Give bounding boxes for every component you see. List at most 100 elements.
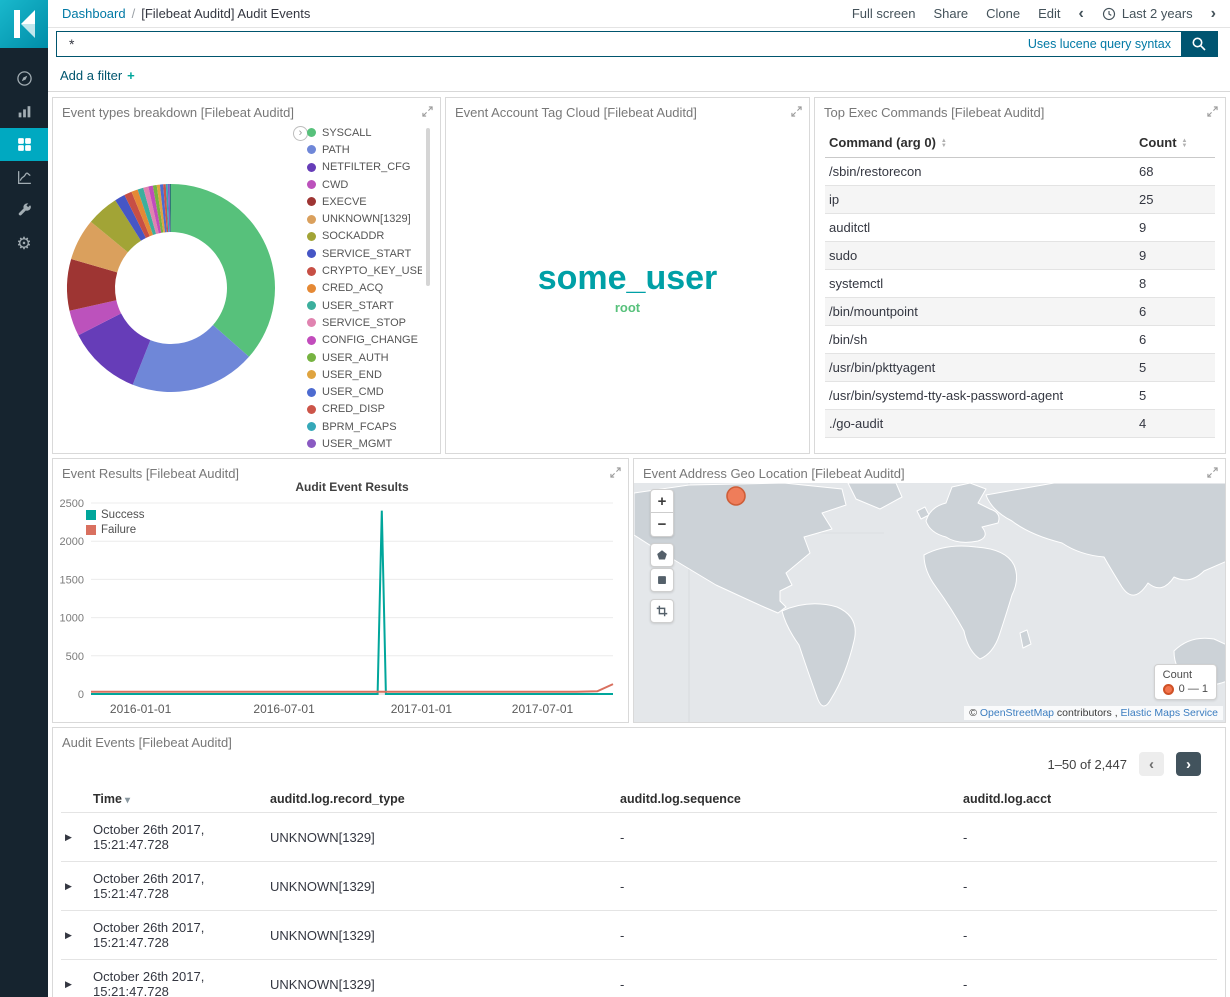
sidebar-item-dev-tools[interactable] — [0, 194, 48, 227]
edit-button[interactable]: Edit — [1038, 6, 1060, 21]
time-picker[interactable]: Last 2 years — [1102, 6, 1193, 21]
expand-panel-icon[interactable] — [1207, 467, 1218, 478]
query-bar: Uses lucene query syntax — [56, 31, 1218, 57]
sidebar-item-visualize[interactable] — [0, 95, 48, 128]
panel-title[interactable]: Event Account Tag Cloud [Filebeat Auditd… — [455, 105, 697, 120]
legend-label: SOCKADDR — [322, 230, 384, 242]
legend-item[interactable]: CRYPTO_KEY_USER — [307, 262, 422, 279]
table-row: systemctl8 — [825, 270, 1215, 298]
svg-text:1500: 1500 — [60, 574, 84, 586]
legend-item[interactable]: PATH — [307, 141, 422, 158]
next-page-button[interactable]: › — [1176, 752, 1201, 776]
donut-legend: SYSCALLPATHNETFILTER_CFG CWD EXECVEUNKNOWN… — [307, 124, 422, 453]
sidebar-item-timelion[interactable] — [0, 161, 48, 194]
column-header-time[interactable]: Time▾ — [89, 784, 266, 813]
panel-title[interactable]: Audit Events [Filebeat Auditd] — [62, 735, 232, 750]
column-header-count[interactable]: Count▲▼ — [1135, 128, 1215, 158]
expand-row-icon[interactable]: ▶ — [61, 862, 89, 911]
series-success — [91, 511, 613, 694]
legend-dot — [307, 422, 316, 431]
legend-scrollbar[interactable] — [426, 128, 430, 286]
audit-time: October 26th 2017, 15:21:47.728 — [89, 813, 266, 862]
legend-label: CWD — [322, 179, 348, 191]
table-row: /sbin/restorecon68 — [825, 158, 1215, 186]
column-header-acct[interactable]: auditd.log.acct — [959, 784, 1217, 813]
search-button[interactable] — [1181, 31, 1217, 57]
exec-command: /sbin/restorecon — [825, 158, 1135, 186]
audit-record-type: UNKNOWN[1329] — [266, 960, 616, 997]
sidebar-item-management[interactable]: ⚙ — [0, 227, 48, 260]
expand-row-icon[interactable]: ▶ — [61, 960, 89, 997]
map-attribution: © OpenStreetMap contributors , Elastic M… — [964, 706, 1223, 720]
legend-item[interactable]: USER_MGMT — [307, 435, 422, 452]
exec-count: 5 — [1135, 382, 1215, 410]
legend-item[interactable]: BPRM_FCAPS — [307, 418, 422, 435]
legend-item[interactable]: CRED_ACQ — [307, 280, 422, 297]
polygon-tool-button[interactable] — [650, 543, 674, 567]
column-header-record-type[interactable]: auditd.log.record_type — [266, 784, 616, 813]
expand-panel-icon[interactable] — [422, 106, 433, 117]
legend-item[interactable]: SERVICE_STOP — [307, 314, 422, 331]
column-header-sequence[interactable]: auditd.log.sequence — [616, 784, 959, 813]
legend-item[interactable]: EXECVE — [307, 193, 422, 210]
legend-label: CRED_ACQ — [322, 282, 383, 294]
zoom-in-button[interactable]: + — [650, 489, 674, 513]
query-input[interactable] — [57, 32, 1028, 56]
zoom-out-button[interactable]: − — [650, 513, 674, 537]
geo-map[interactable]: + − Count 0 — 1 © OpenStreetMap contribu… — [634, 483, 1225, 722]
audit-sequence: - — [616, 911, 959, 960]
exec-command: auditctl — [825, 214, 1135, 242]
tag-root[interactable]: root — [615, 301, 640, 315]
clone-button[interactable]: Clone — [986, 6, 1020, 21]
draw-controls — [650, 543, 674, 593]
wrench-icon — [16, 202, 33, 219]
rectangle-tool-button[interactable] — [650, 568, 674, 592]
filter-bar: Add a filter + — [48, 60, 1230, 92]
legend-item[interactable]: SOCKADDR — [307, 228, 422, 245]
expand-panel-icon[interactable] — [791, 106, 802, 117]
legend-bucket-label: 0 — 1 — [1179, 683, 1208, 695]
kibana-logo[interactable] — [0, 0, 48, 48]
sidebar-item-discover[interactable] — [0, 62, 48, 95]
svg-text:2000: 2000 — [60, 536, 84, 548]
legend-item[interactable]: SERVICE_START — [307, 245, 422, 262]
expand-row-icon[interactable]: ▶ — [61, 813, 89, 862]
time-forward-button[interactable]: › — [1211, 7, 1216, 21]
legend-item[interactable]: USER_START — [307, 297, 422, 314]
plus-icon[interactable]: + — [127, 68, 135, 83]
add-filter-button[interactable]: Add a filter — [60, 68, 122, 83]
pie-slice-SYSCALL[interactable] — [171, 184, 275, 357]
elastic-maps-link[interactable]: Elastic Maps Service — [1121, 707, 1218, 719]
lucene-syntax-link[interactable]: Uses lucene query syntax — [1028, 37, 1171, 51]
panel-title[interactable]: Event Address Geo Location [Filebeat Aud… — [643, 466, 905, 481]
column-header-command[interactable]: Command (arg 0)▲▼ — [825, 128, 1135, 158]
tag-some_user[interactable]: some_user — [538, 261, 718, 297]
expand-row-icon[interactable]: ▶ — [61, 911, 89, 960]
breadcrumb-dashboard[interactable]: Dashboard — [62, 6, 126, 21]
legend-item[interactable]: CONFIG_CHANGE — [307, 332, 422, 349]
crop-tool-button[interactable] — [650, 599, 674, 623]
legend-item[interactable]: USER_END — [307, 366, 422, 383]
panel-title[interactable]: Event types breakdown [Filebeat Auditd] — [62, 105, 294, 120]
full-screen-button[interactable]: Full screen — [852, 6, 916, 21]
expand-panel-icon[interactable] — [1207, 106, 1218, 117]
sidebar-item-dashboard[interactable] — [0, 128, 48, 161]
legend-item[interactable]: USER_CMD — [307, 383, 422, 400]
openstreetmap-link[interactable]: OpenStreetMap — [980, 707, 1054, 719]
legend-item[interactable]: CRED_DISP — [307, 401, 422, 418]
legend-collapse-icon[interactable]: › — [293, 126, 308, 141]
share-button[interactable]: Share — [933, 6, 968, 21]
time-back-button[interactable]: ‹ — [1079, 7, 1084, 21]
legend-item[interactable]: SYSCALL — [307, 124, 422, 141]
panel-title[interactable]: Top Exec Commands [Filebeat Auditd] — [824, 105, 1044, 120]
legend-bucket-dot — [1163, 684, 1174, 695]
legend-item[interactable]: UNKNOWN[1329] — [307, 210, 422, 227]
legend-dot — [307, 405, 316, 414]
exec-count: 25 — [1135, 186, 1215, 214]
pentagon-icon — [655, 548, 669, 562]
legend-item[interactable]: NETFILTER_CFG — [307, 159, 422, 176]
geo-marker[interactable] — [727, 487, 745, 505]
previous-page-button[interactable]: ‹ — [1139, 752, 1164, 776]
legend-item[interactable]: USER_AUTH — [307, 349, 422, 366]
legend-item[interactable]: CWD — [307, 176, 422, 193]
